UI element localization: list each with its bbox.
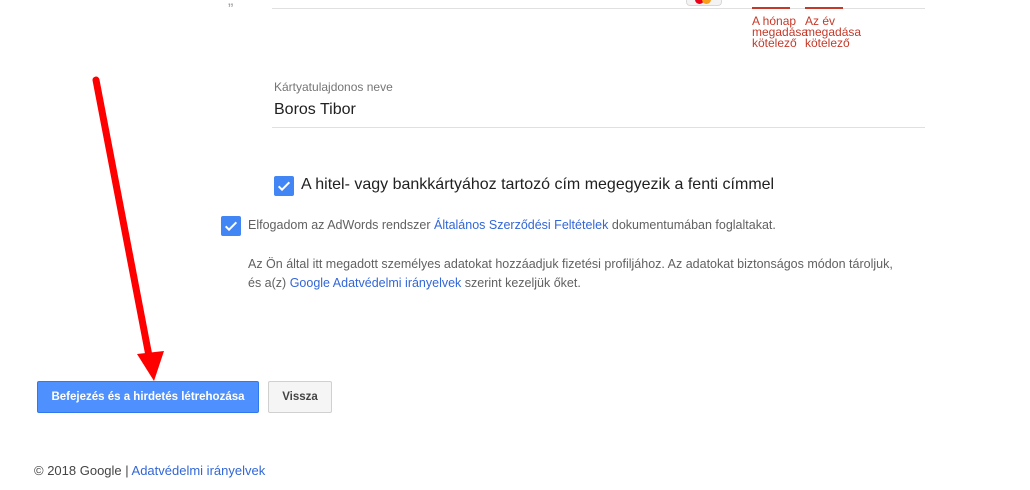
field-quote-mark: „ <box>228 0 234 9</box>
footer-privacy-link[interactable]: Adatvédelmi irányelvek <box>132 463 266 478</box>
google-privacy-link[interactable]: Google Adatvédelmi irányelvek <box>290 276 462 290</box>
terms-text: Elfogadom az AdWords rendszer Általános … <box>248 216 776 235</box>
terms-link[interactable]: Általános Szerződési Feltételek <box>434 218 608 232</box>
terms-suffix: dokumentumában foglaltakat. <box>608 218 776 232</box>
annotation-arrow-icon <box>92 76 164 381</box>
same-address-label: A hitel- vagy bankkártyához tartozó cím … <box>301 176 775 193</box>
year-select-error-underline <box>805 7 843 9</box>
cvc-underline <box>870 8 925 9</box>
mastercard-icon <box>686 0 722 6</box>
privacy-note: Az Ön által itt megadott személyes adato… <box>248 255 893 293</box>
checkmark-icon <box>277 181 291 192</box>
privacy-note-suffix: szerint kezeljük őket. <box>461 276 581 290</box>
month-select-error-underline <box>752 7 790 9</box>
cardholder-input[interactable]: Boros Tibor <box>274 101 356 119</box>
terms-prefix: Elfogadom az AdWords rendszer <box>248 218 434 232</box>
cardholder-label: Kártyatulajdonos neve <box>274 80 393 94</box>
privacy-note-line1: Az Ön által itt megadott személyes adato… <box>248 257 893 271</box>
privacy-note-prefix: és a(z) <box>248 276 290 290</box>
cardholder-underline <box>272 127 925 128</box>
same-address-checkbox[interactable] <box>274 176 294 196</box>
year-error-text: Az év megadása kötelező <box>805 14 862 50</box>
privacy-note-line2: és a(z) Google Adatvédelmi irányelvek sz… <box>248 274 893 293</box>
copyright-text: © 2018 Google | <box>34 463 132 478</box>
finish-create-ad-button[interactable]: Befejezés és a hirdetés létrehozása <box>37 381 259 413</box>
back-button[interactable]: Vissza <box>268 381 332 413</box>
checkmark-icon <box>224 221 238 232</box>
footer: © 2018 Google | Adatvédelmi irányelvek <box>34 463 265 478</box>
terms-checkbox[interactable] <box>221 216 241 236</box>
